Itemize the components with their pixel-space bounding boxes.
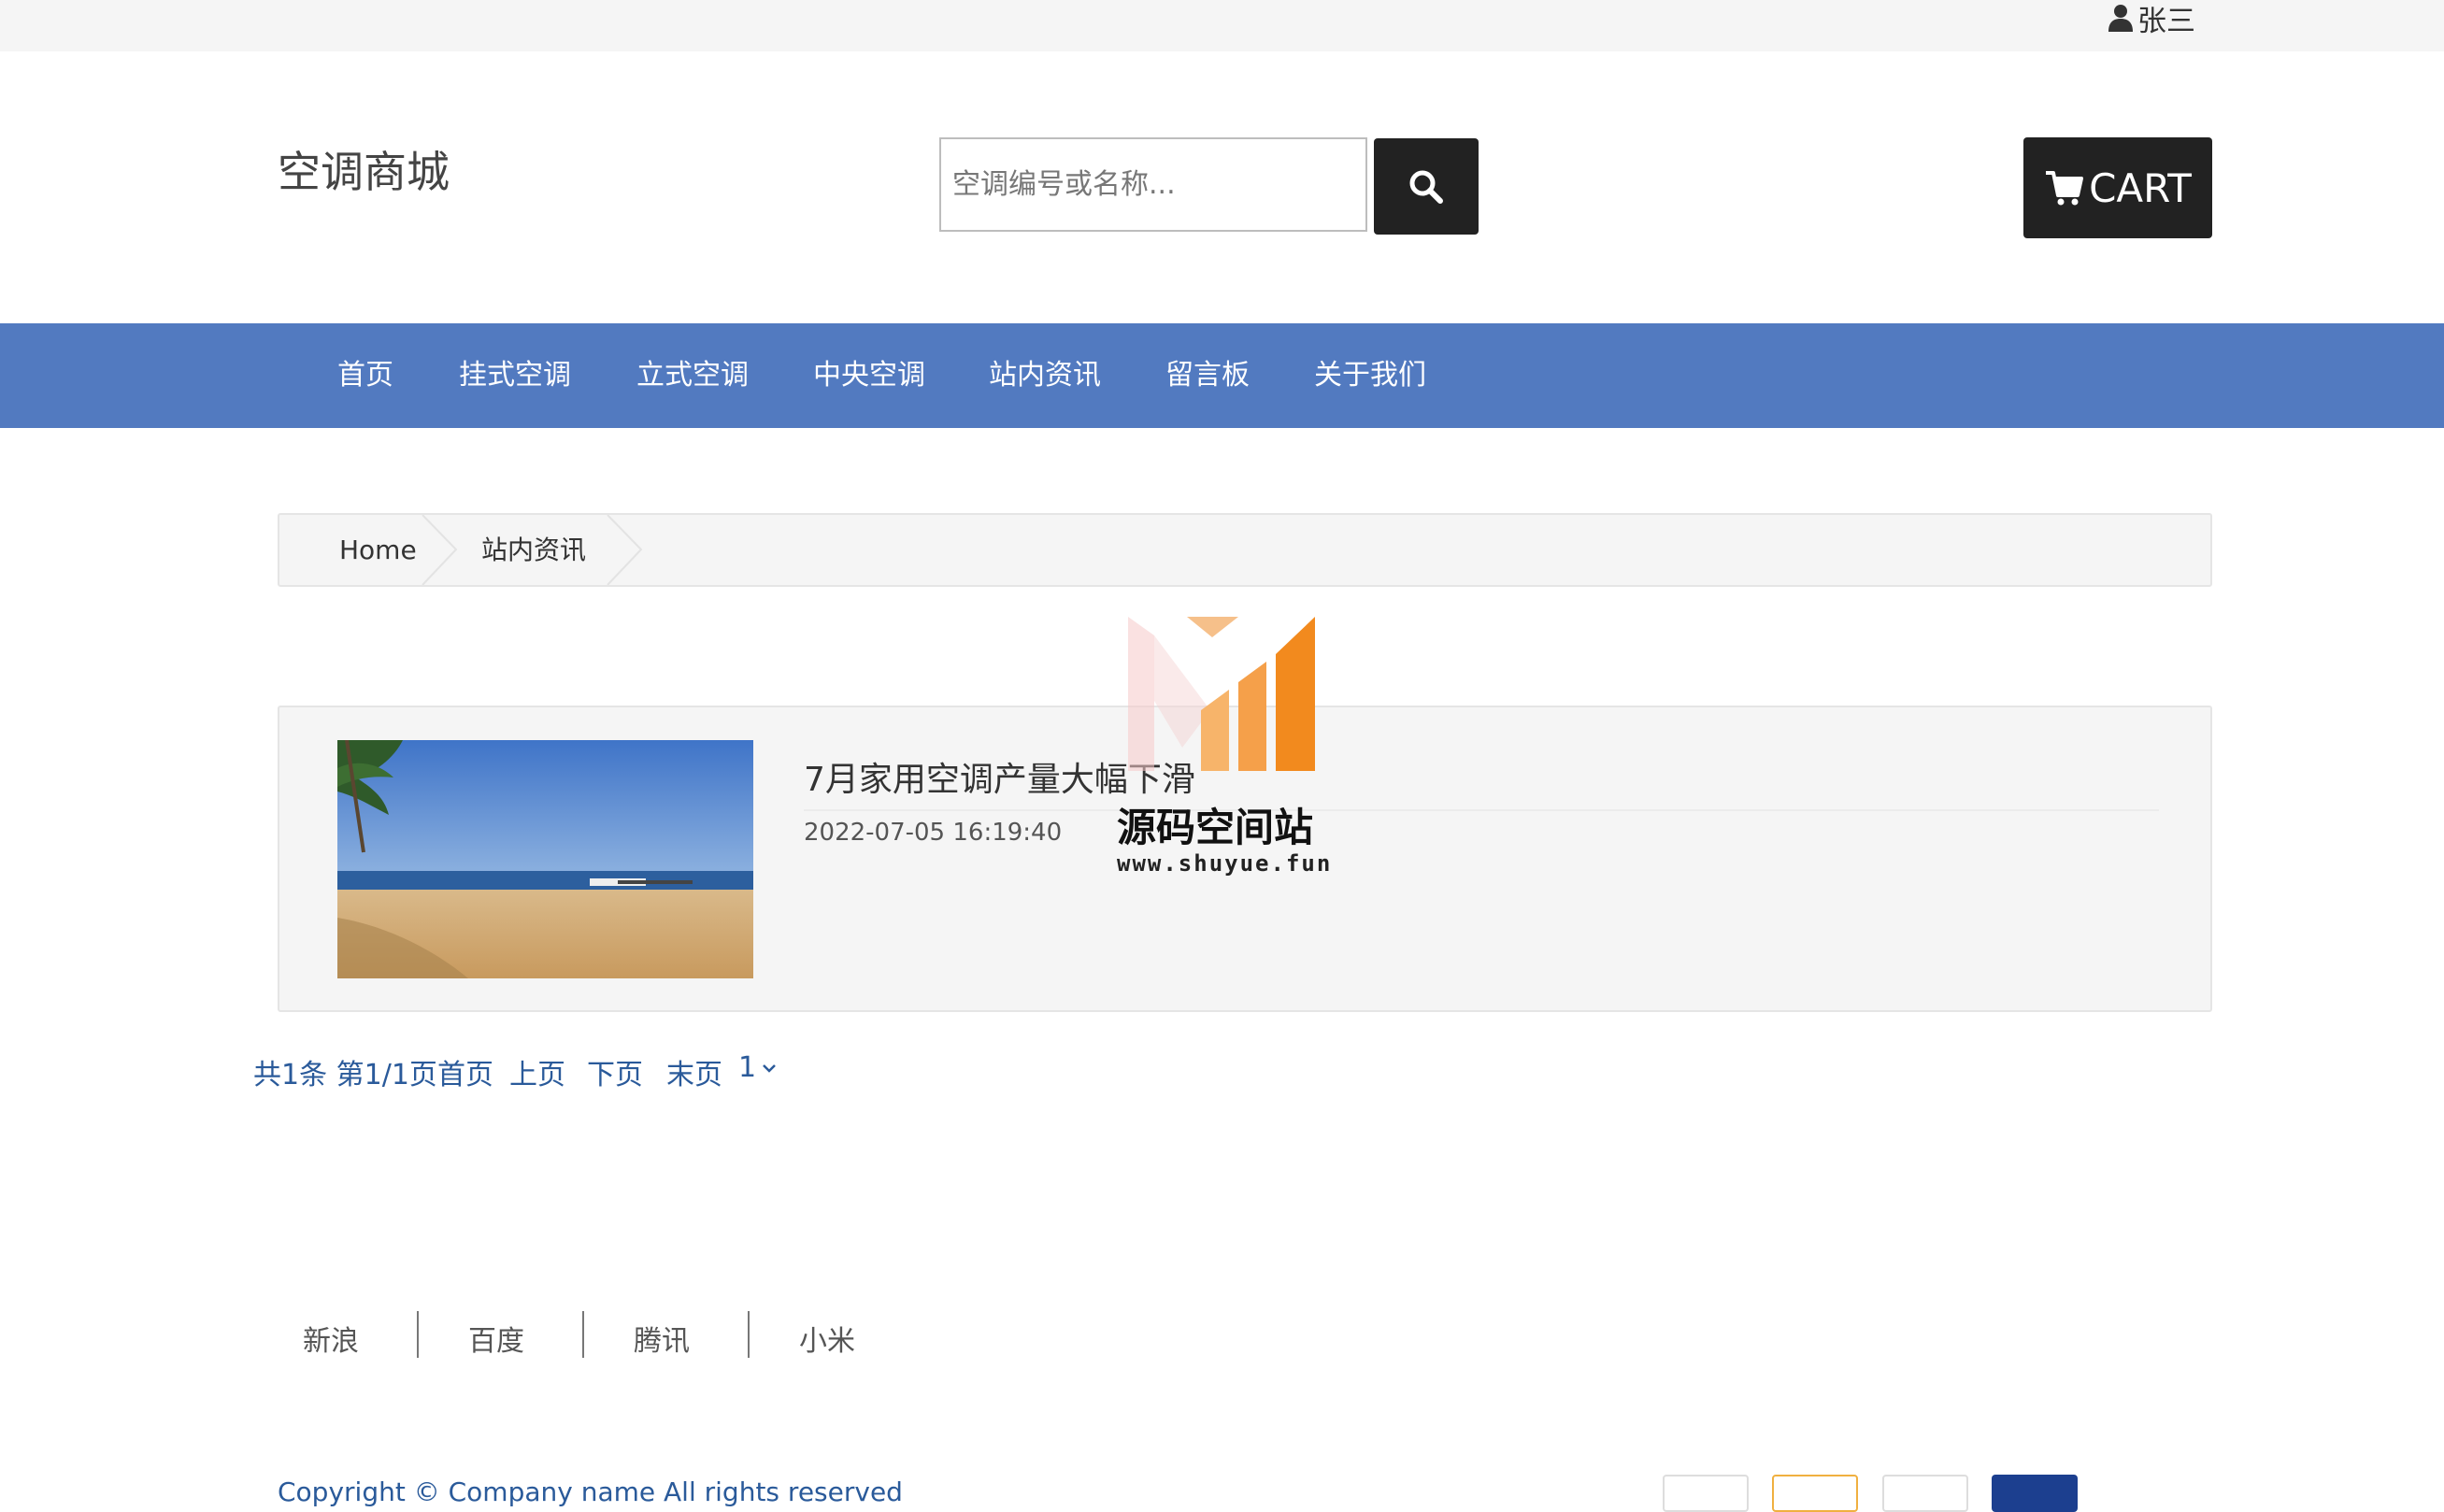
- page-select[interactable]: 1: [738, 1051, 777, 1084]
- cart-label: CART: [2089, 164, 2192, 211]
- breadcrumb-home[interactable]: Home: [339, 513, 417, 587]
- maestro-icon: [1992, 1475, 2078, 1512]
- cart-icon: [2046, 171, 2084, 206]
- news-thumbnail[interactable]: [337, 740, 753, 978]
- pagination-next[interactable]: 下页: [587, 1051, 643, 1092]
- footer-link-tencent[interactable]: 腾讯: [634, 1318, 690, 1359]
- pagination-prev[interactable]: 上页: [509, 1051, 565, 1092]
- pagination-summary: 共1条 第1/1页: [253, 1059, 437, 1091]
- watermark-logo: [1128, 617, 1315, 771]
- nav-item-guestbook[interactable]: 留言板: [1165, 323, 1250, 428]
- footer-link-sina[interactable]: 新浪: [303, 1318, 359, 1359]
- nav-item-news[interactable]: 站内资讯: [989, 323, 1101, 428]
- paypal-icon: [1772, 1475, 1858, 1512]
- nav-item-about[interactable]: 关于我们: [1314, 323, 1426, 428]
- copyright: Copyright © Company name All rights rese…: [278, 1476, 903, 1507]
- footer-link-xiaomi[interactable]: 小米: [799, 1318, 855, 1359]
- search-button[interactable]: [1374, 138, 1479, 235]
- cart-button[interactable]: CART: [2023, 137, 2212, 238]
- nav-item-wall-ac[interactable]: 挂式空调: [459, 323, 571, 428]
- news-date: 2022-07-05 16:19:40: [804, 819, 1063, 847]
- search-icon: [1409, 170, 1443, 204]
- visa-icon: [1663, 1475, 1749, 1512]
- nav-item-central-ac[interactable]: 中央空调: [813, 323, 925, 428]
- watermark-url: www.shuyue.fun: [1117, 850, 1333, 877]
- footer-divider: [748, 1311, 750, 1358]
- user-icon: [2108, 5, 2133, 32]
- footer-divider: [417, 1311, 419, 1358]
- watermark-name: 源码空间站: [1117, 805, 1314, 850]
- user-name: 张三: [2137, 4, 2195, 38]
- nav-item-home[interactable]: 首页: [337, 323, 393, 428]
- nav-item-floor-ac[interactable]: 立式空调: [636, 323, 749, 428]
- pagination-last[interactable]: 末页: [666, 1051, 722, 1092]
- news-divider: [804, 809, 2159, 811]
- site-title[interactable]: 空调商城: [278, 138, 450, 200]
- footer-link-baidu[interactable]: 百度: [468, 1318, 524, 1359]
- footer-divider: [582, 1311, 584, 1358]
- top-bar: [0, 0, 2444, 51]
- chevron-down-icon: [763, 1063, 776, 1073]
- breadcrumb-current: 站内资讯: [481, 535, 587, 565]
- discover-icon: [1882, 1475, 1968, 1512]
- pagination-first[interactable]: 首页: [437, 1051, 493, 1092]
- user-menu[interactable]: 张三: [2108, 0, 2195, 38]
- page-select-value: 1: [738, 1051, 757, 1084]
- search-input[interactable]: [939, 137, 1367, 232]
